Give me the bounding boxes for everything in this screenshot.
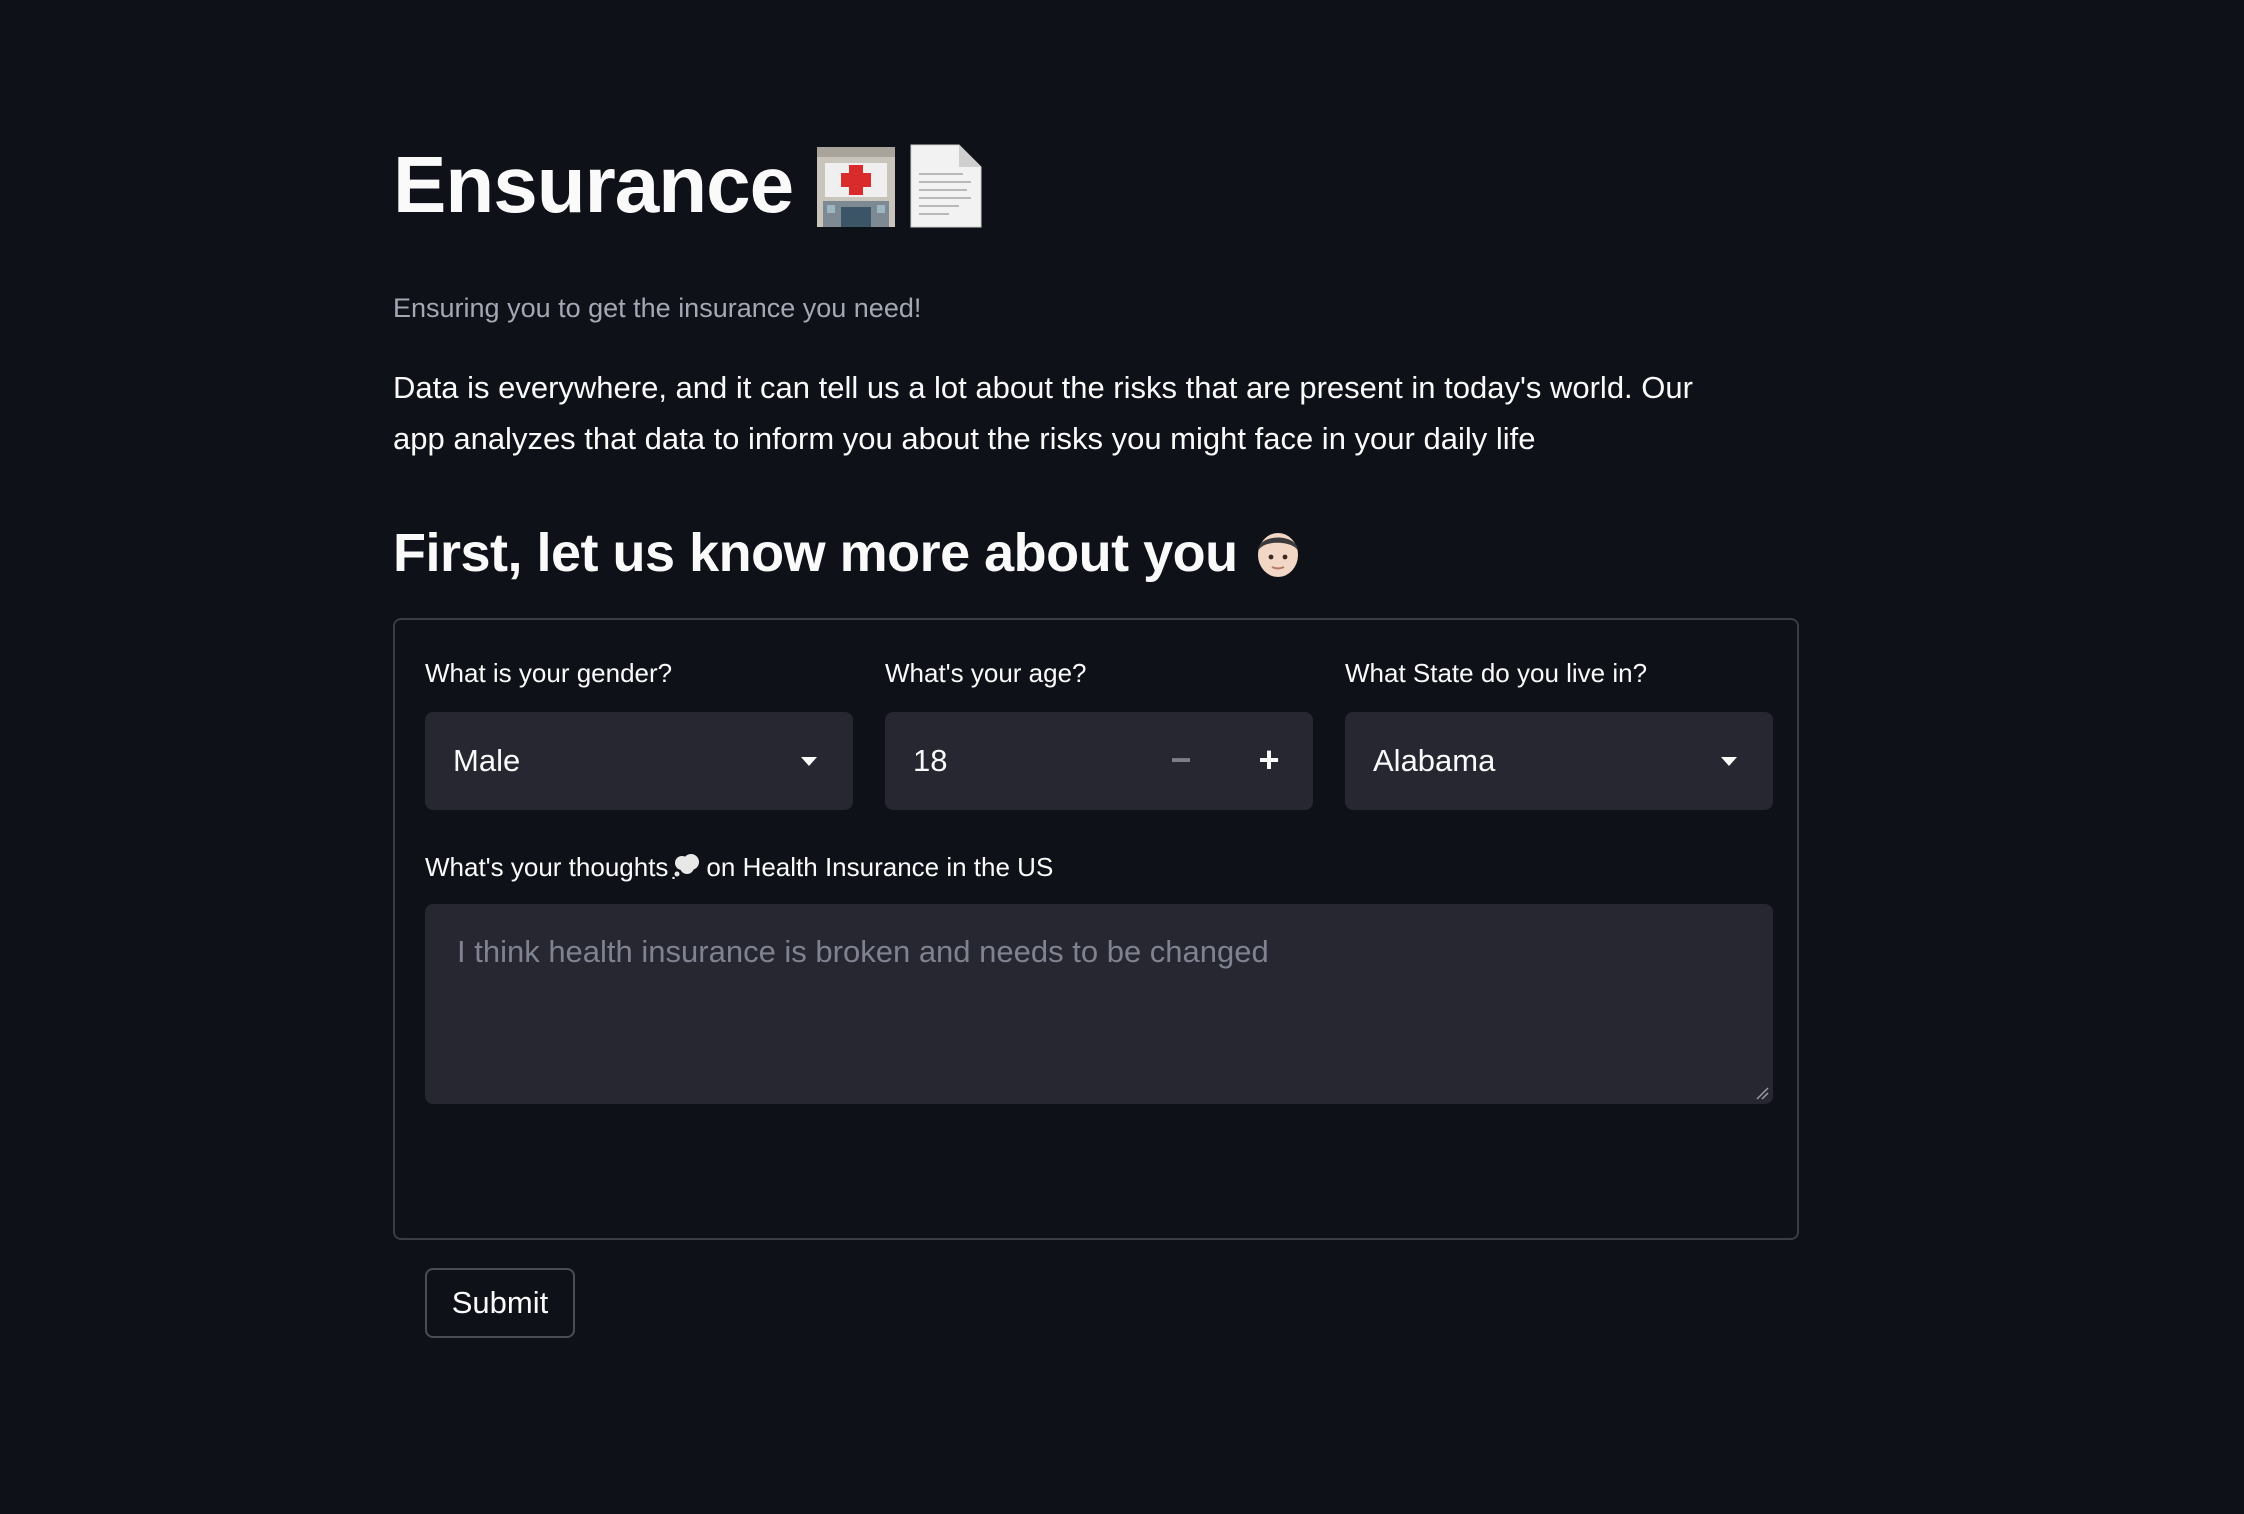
thoughts-label-text: What's your thoughts [425,852,669,882]
gender-selected-value: Male [453,743,521,778]
thoughts-label: What's your thoughts on Health Insurance … [425,852,1053,883]
subtitle: Ensuring you to get the insurance you ne… [393,293,922,323]
page-title: Ensurance [393,140,794,229]
chevron-down-icon [1721,757,1737,766]
gender-label: What is your gender? [425,658,673,688]
increment-button[interactable]: + [1225,712,1313,810]
section-title: First, let us know more about you [393,523,1238,584]
intro-paragraph: Data is everywhere, and it can tell us a… [393,370,1693,457]
thoughts-placeholder: I think health insurance is broken and n… [457,934,1269,969]
resize-handle-icon[interactable] [1755,1086,1769,1100]
title-row: Ensurance [393,130,1801,240]
age-number-input[interactable]: 18 − + [885,712,1313,810]
age-label: What's your age? [885,658,1087,688]
state-select[interactable]: Alabama [1345,712,1773,810]
chevron-down-icon [801,757,817,766]
thoughts-textarea[interactable]: I think health insurance is broken and n… [425,904,1773,1104]
app-page: Ensurance Ensuring you to get the insura… [0,0,2244,1514]
person-icon [1252,525,1304,581]
document-icon [907,141,985,229]
decrement-button[interactable]: − [1137,712,1225,810]
state-selected-value: Alabama [1373,743,1496,778]
state-label: What State do you live in? [1345,658,1648,688]
gender-select[interactable]: Male [425,712,853,810]
hospital-icon [813,141,899,229]
section-heading: First, let us know more about you [393,520,1801,586]
thoughts-label-suffix: on Health Insurance in the US [706,852,1054,882]
main-content: Ensurance Ensuring you to get the insura… [393,130,1801,1338]
user-info-form: What is your gender? Male What's your ag… [393,618,1799,1338]
age-value[interactable]: 18 [913,712,947,810]
submit-button[interactable]: Submit [425,1268,575,1338]
thought-balloon-icon [672,853,702,880]
